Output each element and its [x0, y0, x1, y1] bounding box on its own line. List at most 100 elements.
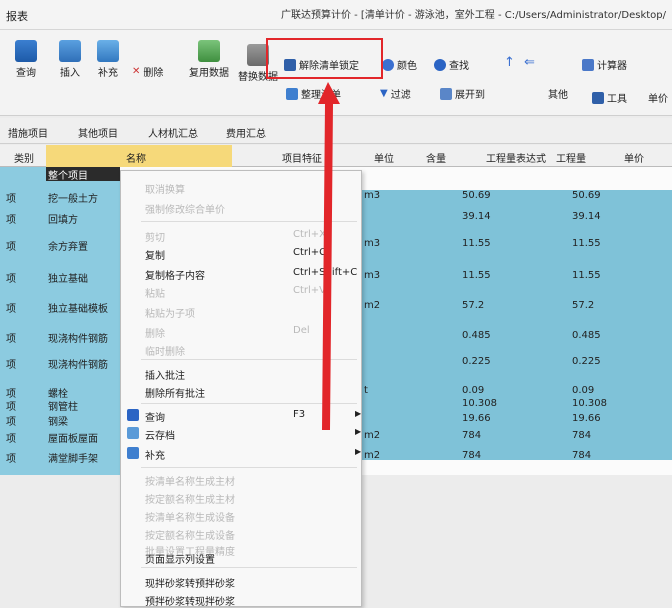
row-category[interactable]: 项	[6, 270, 16, 285]
menu-item[interactable]: 页面显示列设置	[145, 551, 355, 566]
tab-cost-summary[interactable]: 费用汇总	[226, 125, 266, 140]
row-unit[interactable]: m3	[364, 238, 380, 249]
menu-item[interactable]: 插入批注	[145, 367, 355, 382]
row-unit[interactable]: m2	[364, 430, 380, 441]
row-qty[interactable]: 784	[572, 450, 591, 461]
col-unit[interactable]: 单位	[374, 150, 394, 165]
filter-button[interactable]: ▼ 过滤	[380, 86, 411, 101]
menu-item[interactable]: 补充 ▶	[145, 447, 361, 462]
row-qty[interactable]: 57.2	[572, 300, 594, 311]
col-category[interactable]: 类别	[14, 150, 34, 165]
row-name[interactable]: 挖一般土方	[48, 190, 98, 205]
row-unit[interactable]: m3	[364, 190, 380, 201]
col-name[interactable]: 名称	[46, 145, 232, 167]
row-qty-expr[interactable]: 784	[462, 430, 481, 441]
expand-to-button[interactable]: 展开到	[440, 86, 485, 101]
calculator-button[interactable]: 计算器	[582, 57, 627, 72]
tab-labor-material-summary[interactable]: 人材机汇总	[148, 125, 198, 140]
row-qty[interactable]: 0.225	[572, 356, 601, 367]
row-name[interactable]: 屋面板屋面	[48, 430, 98, 445]
row-qty-expr[interactable]: 0.225	[462, 356, 491, 367]
col-qty-expr[interactable]: 工程量表达式	[486, 150, 546, 165]
row-name[interactable]: 现浇构件钢筋	[48, 330, 108, 345]
row-name[interactable]: 回填方	[48, 211, 78, 226]
row-name[interactable]: 独立基础模板	[48, 300, 108, 315]
delete-button[interactable]: ✕ 删除	[132, 64, 163, 79]
menu-item[interactable]: 复制格子内容 Ctrl+Shift+C	[145, 267, 358, 282]
row-qty[interactable]: 0.485	[572, 330, 601, 341]
row-name[interactable]: 钢梁	[48, 413, 68, 428]
other-button[interactable]: 其他	[548, 86, 568, 101]
sort-list-button[interactable]: 整理清单	[286, 86, 341, 101]
row-name[interactable]: 独立基础	[48, 270, 88, 285]
tools-button[interactable]: 工具	[592, 90, 627, 105]
row-qty-expr[interactable]: 57.2	[462, 300, 484, 311]
row-category[interactable]: 项	[6, 330, 16, 345]
reuse-data-button[interactable]: 复用数据	[184, 40, 234, 79]
col-unit-price[interactable]: 单价	[624, 150, 644, 165]
row-qty[interactable]: 10.308	[572, 398, 607, 409]
row-category[interactable]: 项	[6, 300, 16, 315]
arrow-left-icon: ⇐	[524, 55, 535, 70]
row-qty[interactable]: 39.14	[572, 211, 601, 222]
row-category[interactable]: 项	[6, 398, 16, 413]
tab-other-items[interactable]: 其他项目	[78, 125, 118, 140]
tab-measures[interactable]: 措施项目	[8, 125, 48, 140]
row-unit[interactable]: m3	[364, 270, 380, 281]
row-qty[interactable]: 50.69	[572, 190, 601, 201]
row-qty-expr[interactable]: 0.09	[462, 385, 484, 396]
current-cell[interactable]: 整个项目	[46, 167, 120, 182]
insert-button[interactable]: 插入	[52, 40, 88, 79]
row-name[interactable]: 余方弃置	[48, 238, 88, 253]
row-qty-expr[interactable]: 11.55	[462, 270, 491, 281]
col-item-feature[interactable]: 项目特征	[282, 150, 322, 165]
row-qty-expr[interactable]: 19.66	[462, 413, 491, 424]
menu-item[interactable]: 复制 Ctrl+C	[145, 247, 355, 262]
find-button[interactable]: 查找	[434, 57, 469, 72]
row-qty[interactable]: 784	[572, 430, 591, 441]
menu-item-label: 粘贴	[145, 289, 165, 300]
row-unit[interactable]: m2	[364, 450, 380, 461]
row-qty[interactable]: 11.55	[572, 270, 601, 281]
move-up-button[interactable]: ↑	[504, 55, 515, 70]
menu-item[interactable]: 预拌砂浆转现拌砂浆	[145, 593, 355, 608]
col-qty[interactable]: 工程量	[556, 150, 586, 165]
row-qty-expr[interactable]: 11.55	[462, 238, 491, 249]
menu-item[interactable]: 云存档 ▶	[145, 427, 361, 442]
menu-item[interactable]: 现拌砂浆转预拌砂浆	[145, 575, 355, 590]
row-category[interactable]: 项	[6, 211, 16, 226]
row-qty[interactable]: 19.66	[572, 413, 601, 424]
menu-item[interactable]: 删除所有批注	[145, 385, 355, 400]
move-left-button[interactable]: ⇐	[524, 55, 535, 70]
row-qty-expr[interactable]: 50.69	[462, 190, 491, 201]
col-content[interactable]: 含量	[426, 150, 446, 165]
menu-item-shortcut: Ctrl+V	[293, 285, 327, 296]
row-category[interactable]: 项	[6, 413, 16, 428]
color-button[interactable]: 颜色	[382, 57, 417, 72]
row-category[interactable]: 项	[6, 356, 16, 371]
row-qty[interactable]: 11.55	[572, 238, 601, 249]
menu-item-label: 删除所有批注	[145, 389, 205, 400]
menu-item-label: 剪切	[145, 233, 165, 244]
menu-item[interactable]: 查询 F3 ▶	[145, 409, 361, 424]
row-category[interactable]: 项	[6, 238, 16, 253]
row-name[interactable]: 满堂脚手架	[48, 450, 98, 465]
row-qty-expr[interactable]: 0.485	[462, 330, 491, 341]
row-category[interactable]: 项	[6, 450, 16, 465]
row-unit[interactable]: t	[364, 385, 368, 396]
row-qty-expr[interactable]: 39.14	[462, 211, 491, 222]
query-button[interactable]: 查询	[6, 40, 46, 79]
unit-price-button[interactable]: 单价	[648, 90, 668, 105]
menu-item: 粘贴 Ctrl+V	[145, 285, 355, 300]
row-qty-expr[interactable]: 10.308	[462, 398, 497, 409]
row-qty[interactable]: 0.09	[572, 385, 594, 396]
menu-item-shortcut: Ctrl+Shift+C	[293, 267, 358, 278]
row-name[interactable]: 钢管柱	[48, 398, 78, 413]
row-name[interactable]: 现浇构件钢筋	[48, 356, 108, 371]
row-qty-expr[interactable]: 784	[462, 450, 481, 461]
supplement-button[interactable]: 补充	[90, 40, 126, 79]
row-category[interactable]: 项	[6, 430, 16, 445]
menu-item-label: 页面显示列设置	[145, 555, 215, 566]
row-category[interactable]: 项	[6, 190, 16, 205]
row-unit[interactable]: m2	[364, 300, 380, 311]
